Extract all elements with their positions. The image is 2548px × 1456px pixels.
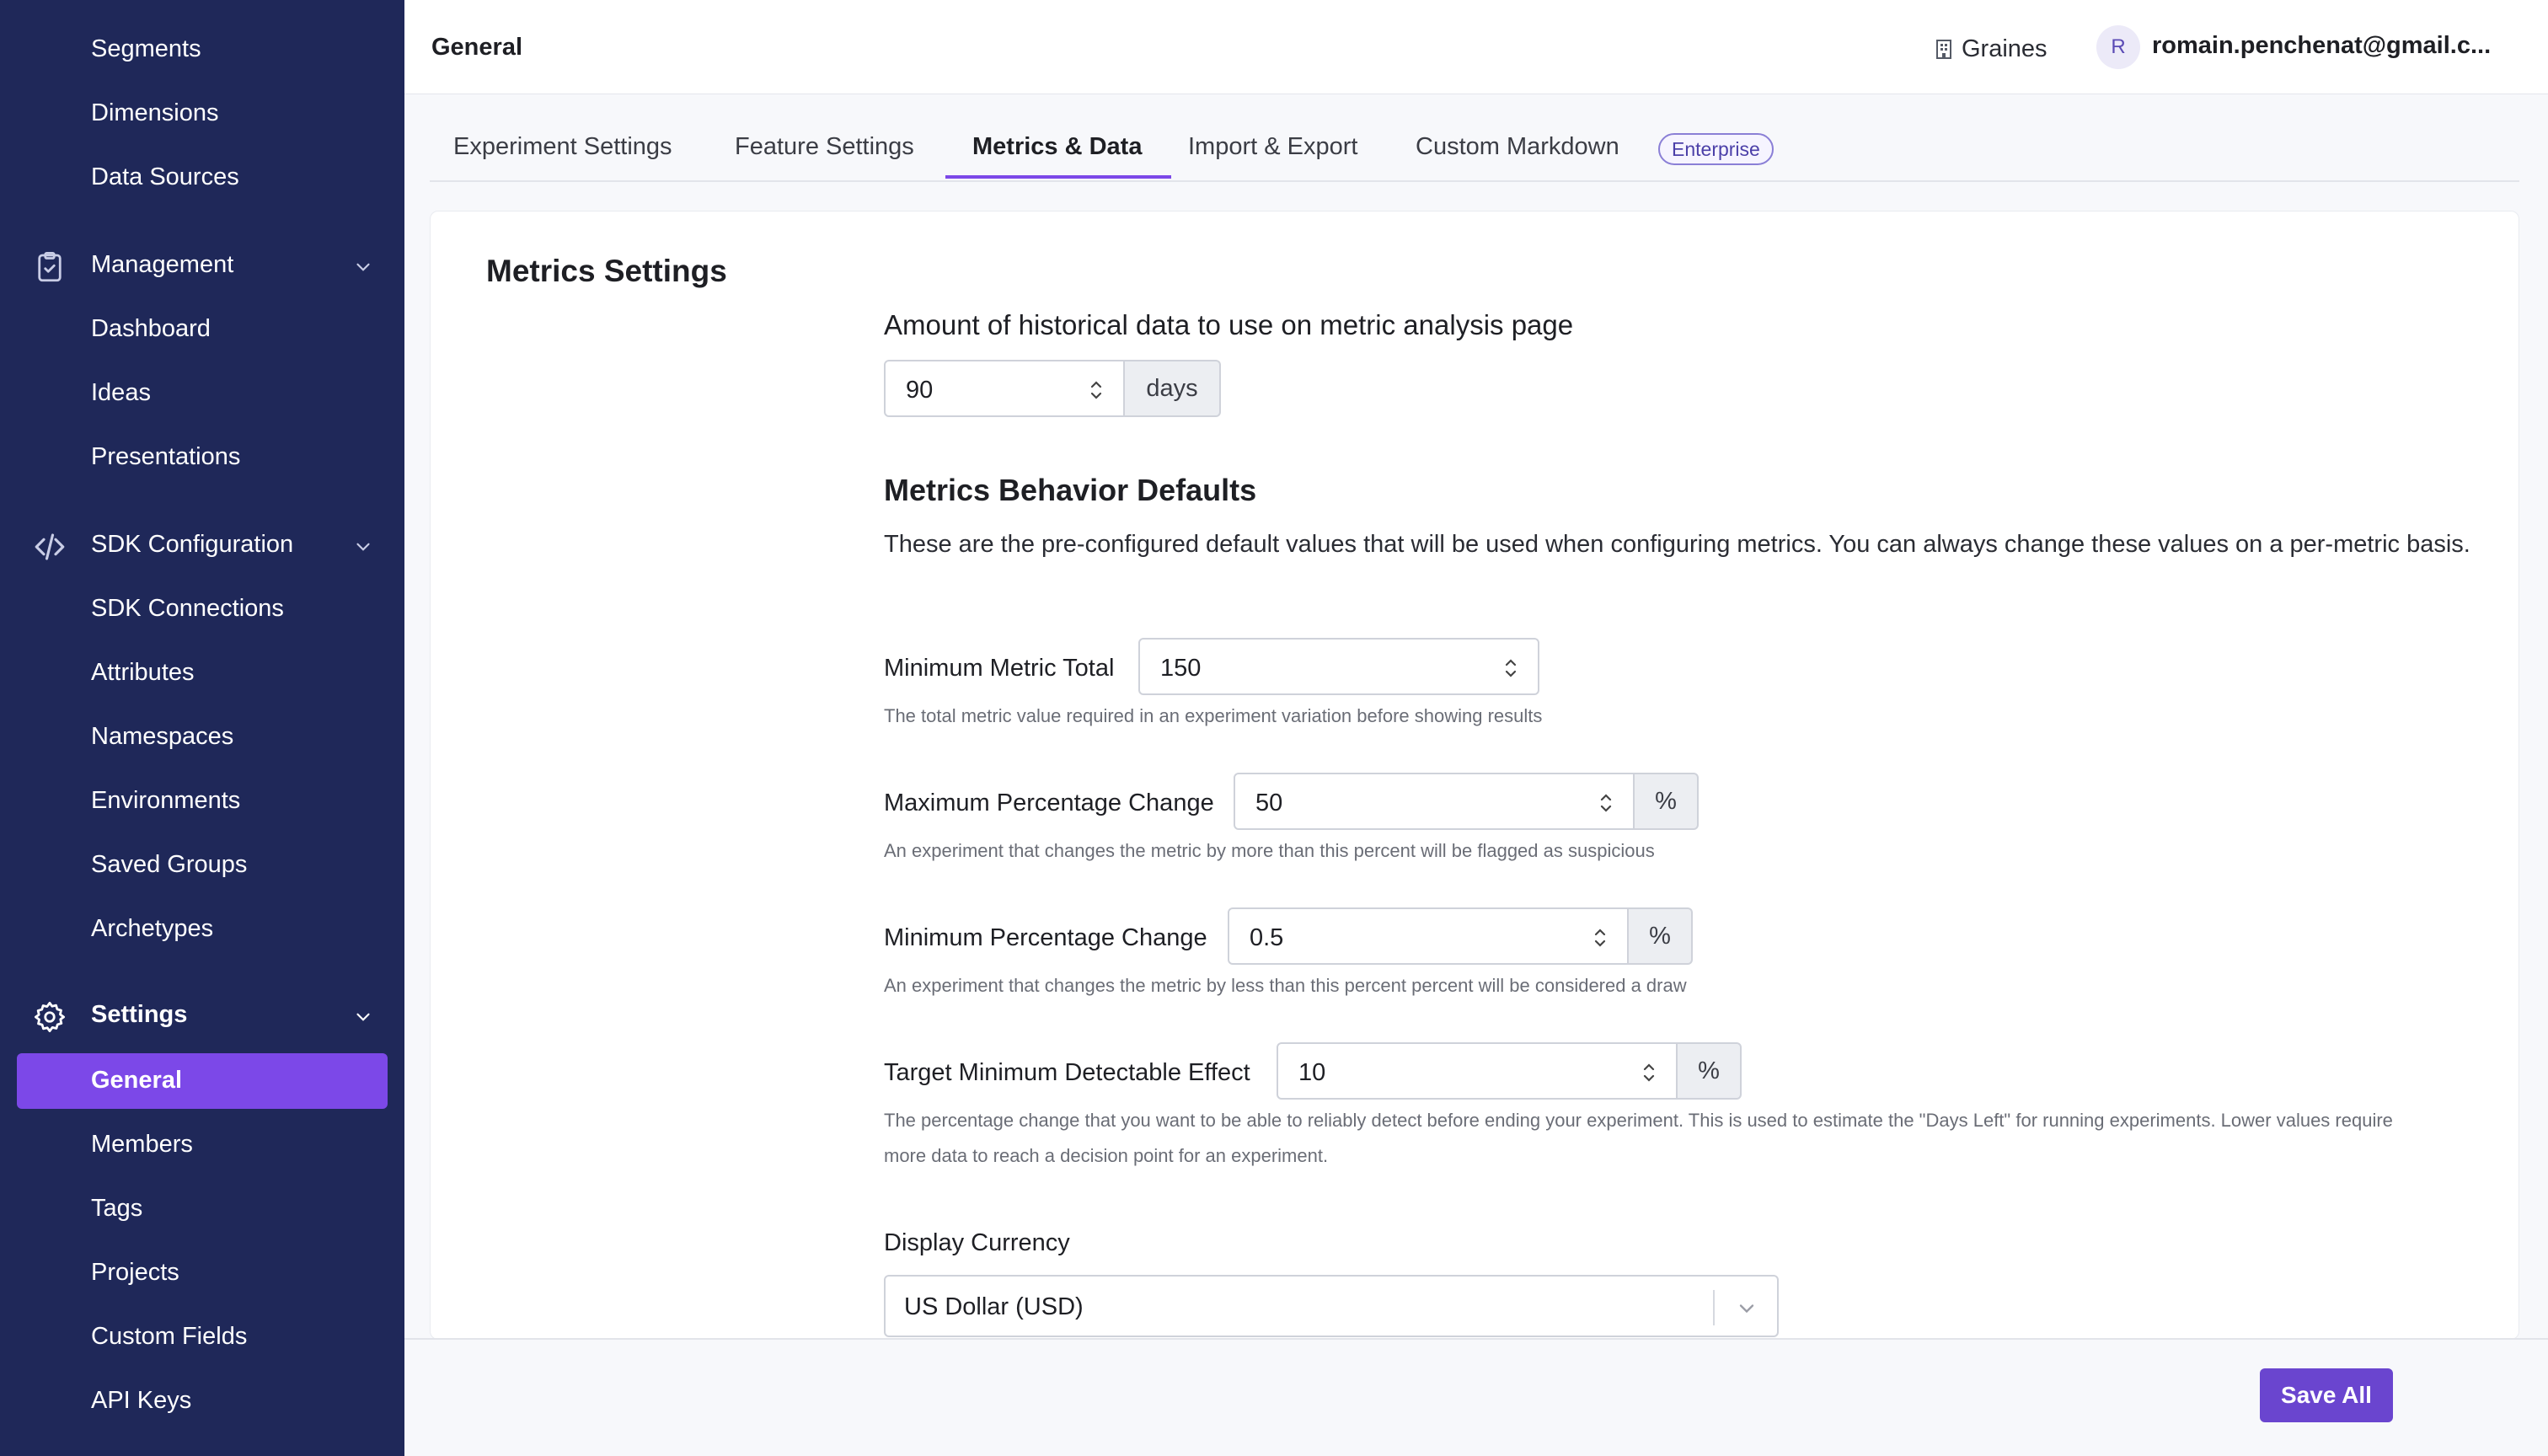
code-icon: [35, 533, 65, 560]
sidebar-item-saved-groups[interactable]: Saved Groups: [91, 851, 247, 879]
page-title: General: [431, 34, 522, 61]
sidebar-item-custom-fields[interactable]: Custom Fields: [91, 1323, 247, 1351]
sidebar-item-namespaces[interactable]: Namespaces: [91, 723, 233, 751]
sidebar-section-settings[interactable]: Settings: [0, 989, 404, 1040]
mde-value: 10: [1298, 1059, 1326, 1086]
org-switcher[interactable]: Graines: [1935, 32, 2048, 66]
tab-metrics-data[interactable]: Metrics & Data: [972, 133, 1142, 161]
gear-icon: [34, 1001, 66, 1033]
tab-experiment-settings[interactable]: Experiment Settings: [453, 133, 672, 161]
chevron-down-icon: [356, 1013, 370, 1021]
chevron-down-icon: [1739, 1304, 1754, 1314]
chevron-down-icon: [356, 543, 370, 551]
sidebar-section-management[interactable]: Management: [0, 239, 404, 290]
enterprise-badge: Enterprise: [1658, 133, 1774, 165]
sidebar-section-label: SDK Configuration: [91, 531, 294, 558]
sidebar: Segments Dimensions Data Sources Managem…: [0, 0, 404, 1456]
sidebar-section-sdk-configuration[interactable]: SDK Configuration: [0, 519, 404, 570]
tab-import-export[interactable]: Import & Export: [1188, 133, 1357, 161]
mde-label: Target Minimum Detectable Effect: [884, 1059, 1250, 1086]
min-total-input[interactable]: 150: [1138, 638, 1539, 695]
stepper-icon: [1643, 1063, 1655, 1082]
currency-label: Display Currency: [884, 1229, 1070, 1256]
sidebar-item-attributes[interactable]: Attributes: [91, 659, 195, 687]
max-change-help: An experiment that changes the metric by…: [884, 840, 1655, 861]
org-name: Graines: [1962, 35, 2048, 62]
stepper-icon: [1090, 381, 1102, 399]
sidebar-item-environments[interactable]: Environments: [91, 787, 240, 815]
min-change-input[interactable]: 0.5: [1228, 907, 1629, 965]
min-change-unit: %: [1629, 907, 1693, 965]
sidebar-item-presentations[interactable]: Presentations: [91, 443, 240, 471]
max-change-value: 50: [1255, 790, 1283, 816]
stepper-icon: [1505, 659, 1517, 677]
behavior-title: Metrics Behavior Defaults: [884, 473, 1257, 507]
behavior-description: These are the pre-configured default val…: [884, 531, 2470, 558]
min-change-label: Minimum Percentage Change: [884, 924, 1207, 951]
save-all-button[interactable]: Save All: [2260, 1368, 2393, 1422]
stepper-icon: [1600, 794, 1612, 812]
sidebar-item-segments[interactable]: Segments: [91, 35, 201, 63]
sidebar-item-sdk-connections[interactable]: SDK Connections: [91, 595, 284, 623]
settings-tabs: Experiment Settings Feature Settings Met…: [430, 94, 2519, 182]
mde-unit: %: [1678, 1042, 1742, 1100]
history-label: Amount of historical data to use on metr…: [884, 309, 1574, 340]
sidebar-section-label: Settings: [91, 1001, 188, 1028]
mde-input[interactable]: 10: [1277, 1042, 1678, 1100]
sidebar-section-label: Management: [91, 251, 234, 278]
sidebar-item-ideas[interactable]: Ideas: [91, 379, 151, 407]
sidebar-item-label: General: [91, 1067, 182, 1094]
max-change-input[interactable]: 50: [1234, 773, 1635, 830]
user-email[interactable]: romain.penchenat@gmail.c...: [2152, 32, 2491, 60]
currency-value: US Dollar (USD): [904, 1293, 1084, 1320]
history-days-input[interactable]: 90: [884, 360, 1125, 417]
min-change-help: An experiment that changes the metric by…: [884, 975, 1687, 996]
sidebar-item-projects[interactable]: Projects: [91, 1259, 179, 1287]
chevron-down-icon: [356, 263, 370, 271]
sidebar-item-dashboard[interactable]: Dashboard: [91, 315, 211, 343]
top-bar: General Graines R romain.penchenat@gmail…: [404, 0, 2548, 94]
history-days-value: 90: [906, 377, 934, 404]
tab-custom-markdown[interactable]: Custom Markdown: [1416, 133, 1619, 161]
active-tab-indicator: [945, 175, 1171, 179]
min-total-label: Minimum Metric Total: [884, 655, 1115, 682]
max-change-unit: %: [1635, 773, 1699, 830]
max-change-label: Maximum Percentage Change: [884, 790, 1214, 816]
mde-help: The percentage change that you want to b…: [884, 1110, 2393, 1166]
min-total-value: 150: [1160, 655, 1202, 682]
min-total-help: The total metric value required in an ex…: [884, 705, 1543, 726]
sidebar-item-dimensions[interactable]: Dimensions: [91, 99, 219, 127]
stepper-icon: [1594, 929, 1606, 947]
sidebar-item-general[interactable]: General: [17, 1053, 388, 1109]
clipboard-icon: [38, 251, 62, 282]
min-change-value: 0.5: [1250, 924, 1284, 951]
sidebar-item-data-sources[interactable]: Data Sources: [91, 163, 239, 191]
sidebar-item-archetypes[interactable]: Archetypes: [91, 915, 213, 943]
currency-select[interactable]: US Dollar (USD): [884, 1275, 1779, 1337]
bottom-action-bar: Save All: [404, 1338, 2548, 1456]
history-days-unit: days: [1125, 360, 1221, 417]
select-separator: [1713, 1290, 1715, 1325]
sidebar-item-api-keys[interactable]: API Keys: [91, 1387, 191, 1415]
sidebar-item-members[interactable]: Members: [91, 1131, 193, 1159]
section-title: Metrics Settings: [486, 254, 727, 288]
avatar[interactable]: R: [2096, 25, 2140, 69]
metrics-settings-card: Metrics Settings Amount of historical da…: [430, 211, 2519, 1340]
building-icon: [1936, 40, 1951, 59]
tab-feature-settings[interactable]: Feature Settings: [735, 133, 914, 161]
sidebar-item-tags[interactable]: Tags: [91, 1195, 142, 1223]
